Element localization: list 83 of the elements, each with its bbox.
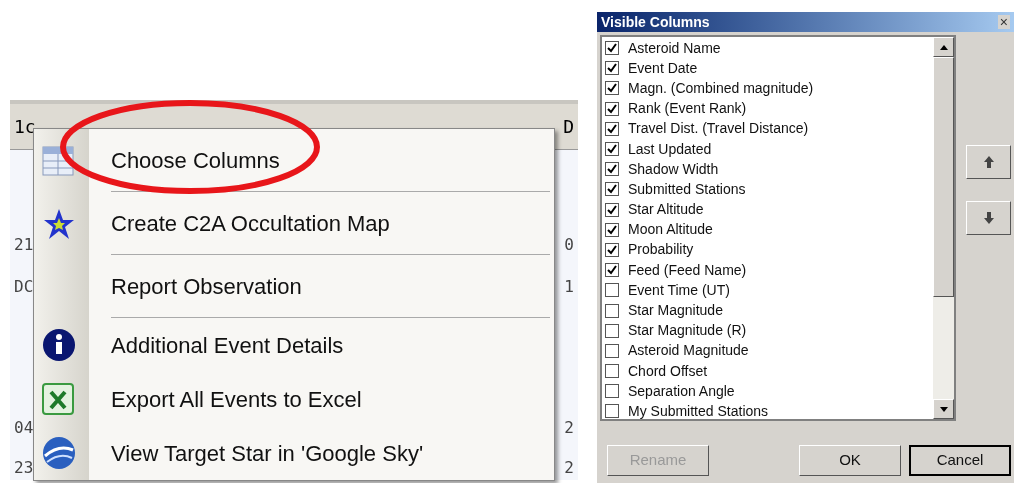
column-label: Asteroid Magnitude xyxy=(628,341,749,361)
scrollbar[interactable] xyxy=(933,37,954,419)
column-header[interactable]: D xyxy=(563,113,574,140)
window-title: Visible Columns xyxy=(601,12,710,32)
column-label: Star Magnitude xyxy=(628,301,723,321)
menu-item[interactable]: View Target Star in 'Google Sky' xyxy=(89,426,554,480)
checkbox[interactable] xyxy=(605,81,619,96)
checkmark-icon xyxy=(607,144,617,155)
checkmark-icon xyxy=(607,63,617,74)
checkbox[interactable] xyxy=(605,364,619,379)
column-label: My Submitted Stations xyxy=(628,401,769,421)
up-triangle-icon xyxy=(939,44,948,50)
table-cell: 23 xyxy=(14,458,34,478)
column-label: Moon Altitude xyxy=(628,220,713,240)
checkmark-icon xyxy=(607,204,617,215)
down-triangle-icon xyxy=(939,406,948,412)
checkbox[interactable] xyxy=(605,323,619,338)
checkmark-icon xyxy=(607,184,617,195)
checkbox[interactable] xyxy=(605,101,619,116)
checkbox[interactable] xyxy=(605,162,619,177)
column-label: Chord Offset xyxy=(628,361,708,381)
column-label: Magn. (Combined magnitude) xyxy=(628,78,814,98)
scroll-down-button[interactable] xyxy=(933,399,954,419)
checkbox[interactable] xyxy=(605,303,619,318)
column-label: Event Time (UT) xyxy=(628,280,730,300)
table-cell: 21 xyxy=(14,235,34,255)
scroll-up-button[interactable] xyxy=(933,37,954,57)
column-label: Star Altitude xyxy=(628,200,704,220)
checkbox[interactable] xyxy=(605,202,619,217)
checkmark-icon xyxy=(607,224,617,235)
column-label: Separation Angle xyxy=(628,381,735,401)
column-label: Last Updated xyxy=(628,139,712,159)
table-cell: 04 xyxy=(14,418,34,438)
menu-item[interactable]: Create C2A Occultation Map xyxy=(89,192,554,254)
menu-item[interactable]: Export All Events to Excel xyxy=(89,372,554,426)
checkmark-icon xyxy=(607,123,617,134)
checkbox[interactable] xyxy=(605,384,619,399)
checkbox[interactable] xyxy=(605,142,619,157)
column-label: Star Magnitude (R) xyxy=(628,321,747,341)
up-arrow-icon xyxy=(983,156,994,168)
table-cell: 1 xyxy=(564,277,574,297)
checkbox[interactable] xyxy=(605,283,619,298)
column-header[interactable]: 1c xyxy=(14,113,36,140)
move-down-button[interactable] xyxy=(966,201,1011,235)
menu-item[interactable]: Choose Columns xyxy=(89,129,554,191)
column-label: Feed (Feed Name) xyxy=(628,260,747,280)
info-icon xyxy=(42,328,76,362)
scroll-thumb[interactable] xyxy=(933,57,954,297)
checkbox[interactable] xyxy=(605,263,619,278)
checkbox[interactable] xyxy=(605,121,619,136)
column-label: Submitted Stations xyxy=(628,179,746,199)
column-label: Event Date xyxy=(628,58,698,78)
checkbox[interactable] xyxy=(605,61,619,76)
table-cell: 2 xyxy=(564,418,574,438)
checkbox[interactable] xyxy=(605,404,619,419)
checkmark-icon xyxy=(607,164,617,175)
close-button[interactable]: × xyxy=(997,15,1010,29)
menu-item[interactable]: Report Observation xyxy=(89,255,554,317)
checkmark-icon xyxy=(607,43,617,54)
table-cell: DC xyxy=(14,277,34,297)
checkbox[interactable] xyxy=(605,41,619,56)
move-up-button[interactable] xyxy=(966,145,1011,179)
checkbox[interactable] xyxy=(605,182,619,197)
checkbox[interactable] xyxy=(605,222,619,237)
table-cell: 0 xyxy=(564,235,574,255)
checkbox[interactable] xyxy=(605,343,619,358)
checkmark-icon xyxy=(607,83,617,94)
menu-item[interactable]: Additional Event Details xyxy=(89,318,554,372)
down-arrow-icon xyxy=(983,212,994,224)
column-label: Travel Dist. (Travel Distance) xyxy=(628,119,809,139)
checkmark-icon xyxy=(607,103,617,114)
dialog-button[interactable]: Cancel xyxy=(909,445,1011,476)
checkbox[interactable] xyxy=(605,242,619,257)
column-label: Shadow Width xyxy=(628,159,719,179)
checkmark-icon xyxy=(607,244,617,255)
spreadsheet-icon xyxy=(42,383,74,415)
dialog-button[interactable]: OK xyxy=(799,445,901,476)
globe-icon xyxy=(42,436,76,470)
column-label: Probability xyxy=(628,240,694,260)
column-label: Asteroid Name xyxy=(628,38,721,58)
checkmark-icon xyxy=(607,265,617,276)
column-label: Rank (Event Rank) xyxy=(628,99,747,119)
table-cell: 2 xyxy=(564,458,574,478)
